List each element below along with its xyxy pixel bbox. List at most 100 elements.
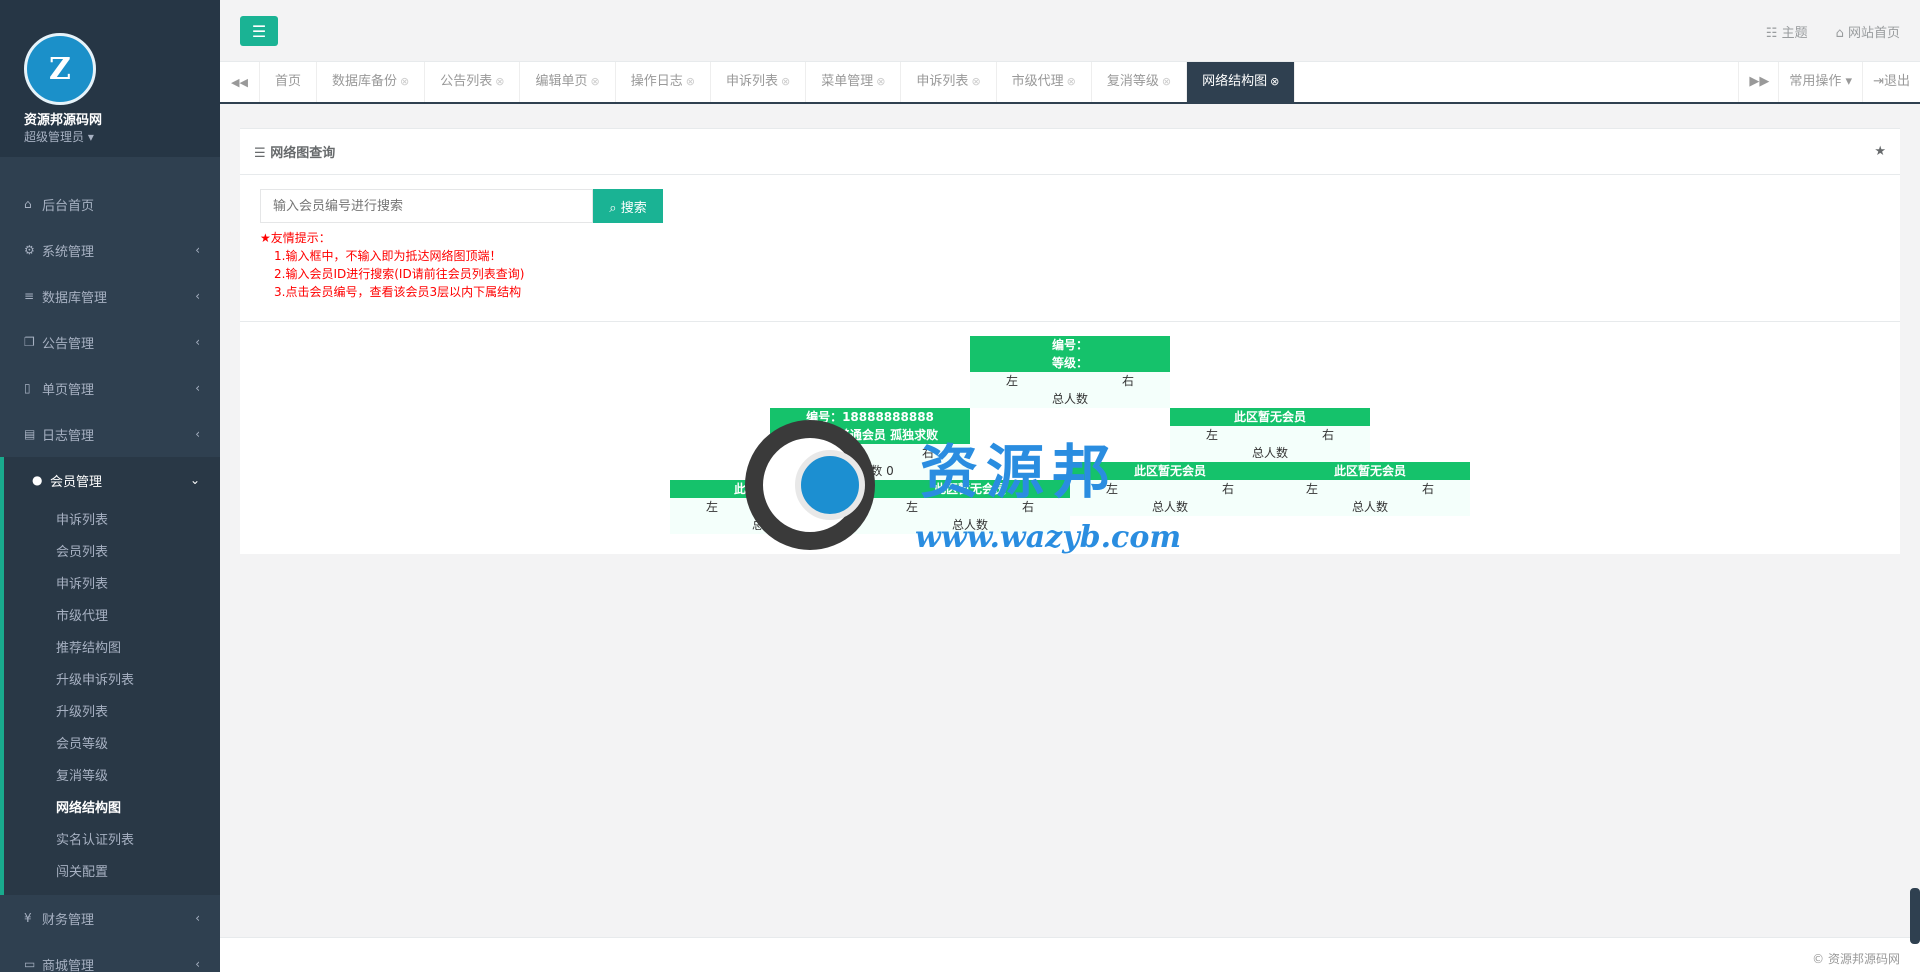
tab-active[interactable]: 网络结构图 ⊗: [1187, 62, 1296, 102]
submenu-item[interactable]: 升级申诉列表: [4, 665, 220, 697]
search-icon: ⌕: [609, 200, 617, 216]
chevron-left-icon: ‹: [195, 289, 200, 303]
sidebar-item-finance[interactable]: ¥ 财务管理 ‹: [0, 895, 220, 941]
sidebar-item-notice[interactable]: ❐ 公告管理 ‹: [0, 319, 220, 365]
file-icon: ▯: [24, 381, 31, 395]
right-label: 右: [821, 500, 834, 514]
tree-node-rl: 此区暂无会员 左 右 总人数: [1070, 462, 1270, 516]
submenu-member: 申诉列表 会员列表 申诉列表 市级代理 推荐结构图 升级申诉列表 升级列表 会员…: [0, 503, 220, 895]
sidebar-item-log[interactable]: ▤ 日志管理 ‹: [0, 411, 220, 457]
divider: [240, 321, 1900, 322]
tab-scroll-left-button[interactable]: ◀◀: [220, 62, 260, 102]
list-icon: ☰: [254, 146, 266, 161]
yen-icon: ¥: [24, 911, 32, 925]
sidebar-item-shop[interactable]: ▭ 商城管理 ‹: [0, 941, 220, 972]
tree-node-rr: 此区暂无会员 左 右 总人数: [1270, 462, 1470, 516]
close-icon[interactable]: ⊗: [781, 75, 790, 88]
tab-home[interactable]: 首页: [260, 62, 318, 102]
submenu-item[interactable]: 升级列表: [4, 697, 220, 729]
close-icon[interactable]: ⊗: [971, 75, 980, 88]
right-label: 右: [1421, 482, 1434, 496]
common-ops-dropdown[interactable]: 常用操作 ▾: [1778, 62, 1862, 102]
total-label: 总人数: [846, 464, 883, 478]
total-label: 总人数: [970, 390, 1170, 408]
role-dropdown[interactable]: 超级管理员 ▾: [24, 128, 94, 145]
sidebar-item-home[interactable]: ⌂ 后台首页: [0, 181, 220, 227]
sidebar-item-member[interactable]: ● 会员管理 ⌄: [0, 457, 220, 503]
tree-node-root[interactable]: 编号： 等级： 左 右 总人数: [970, 336, 1170, 408]
tab[interactable]: 复消等级 ⊗: [1092, 62, 1188, 102]
database-icon: ≡: [24, 289, 35, 303]
node-level: 等级：普通会员 孤独求败: [770, 426, 970, 444]
chevron-left-icon: ‹: [195, 243, 200, 257]
tree-node-lr: 此区暂无会员 左 右 总人数: [870, 480, 1070, 534]
logo: Z: [24, 33, 96, 105]
home-icon: ⌂: [24, 197, 32, 211]
submenu-item[interactable]: 闯关配置: [4, 857, 220, 889]
top-bar: ☰ ☷ 主题 ⌂ 网站首页: [220, 0, 1920, 62]
sign-out-icon: ⇥: [1873, 74, 1884, 89]
tab[interactable]: 编辑单页 ⊗: [520, 62, 616, 102]
chevron-left-icon: ‹: [195, 335, 200, 349]
star-icon[interactable]: ★: [1874, 144, 1886, 159]
site-home-link[interactable]: ⌂ 网站首页: [1836, 22, 1900, 41]
gear-icon: ⚙: [24, 243, 35, 257]
sidebar: Z 资源邦源码网 超级管理员 ▾ ⌂ 后台首页 ⚙ 系统管理 ‹ ≡ 数据库管理 ‹ ❐ 公…: [0, 0, 220, 972]
submenu-item[interactable]: 申诉列表: [4, 505, 220, 537]
node-empty: 此区暂无会员: [1070, 462, 1270, 480]
profile: Z 资源邦源码网 超级管理员 ▾: [0, 0, 220, 157]
sidebar-item-system[interactable]: ⚙ 系统管理 ‹: [0, 227, 220, 273]
submenu-item[interactable]: 市级代理: [4, 601, 220, 633]
tree-node-left[interactable]: 编号：18888888888 等级：普通会员 孤独求败 左 右 总人数 0: [770, 408, 970, 480]
tab[interactable]: 申诉列表 ⊗: [711, 62, 807, 102]
hamburger-icon: ☰: [251, 21, 267, 41]
search-button[interactable]: ⌕ 搜索: [593, 189, 663, 223]
tab[interactable]: 市级代理 ⊗: [997, 62, 1092, 102]
total-label: 总人数: [670, 516, 870, 534]
total-label: 总人数: [1270, 498, 1470, 516]
menu-toggle-button[interactable]: ☰: [240, 16, 278, 46]
submenu-item[interactable]: 申诉列表: [4, 569, 220, 601]
site-name: 资源邦源码网: [24, 113, 103, 128]
chevron-down-icon: ⌄: [189, 473, 200, 487]
close-icon[interactable]: ⊗: [400, 75, 409, 88]
node-id[interactable]: 编号：: [970, 336, 1170, 354]
close-icon[interactable]: ⊗: [591, 75, 600, 88]
close-icon[interactable]: ⊗: [686, 75, 695, 88]
submenu-item[interactable]: 实名认证列表: [4, 825, 220, 857]
tab[interactable]: 菜单管理 ⊗: [806, 62, 902, 102]
left-label: 左: [1306, 482, 1319, 496]
theme-link[interactable]: ☷ 主题: [1766, 22, 1808, 41]
chevron-left-icon: ‹: [195, 427, 200, 441]
tree-node-ll: 此区暂无会员 左 右 总人数: [670, 480, 870, 534]
close-icon[interactable]: ⊗: [1270, 75, 1279, 88]
node-empty: 此区暂无会员: [1170, 408, 1370, 426]
submenu-item-active[interactable]: 网络结构图: [4, 793, 220, 825]
tasks-icon: ☷: [1765, 26, 1778, 41]
tab-scroll-right-button[interactable]: ▶▶: [1738, 62, 1778, 102]
tab[interactable]: 操作日志 ⊗: [616, 62, 711, 102]
right-label: 右: [1221, 482, 1234, 496]
sidebar-item-database[interactable]: ≡ 数据库管理 ‹: [0, 273, 220, 319]
search-input[interactable]: [260, 189, 593, 223]
node-empty: 此区暂无会员: [870, 480, 1070, 498]
node-id[interactable]: 编号：18888888888: [770, 408, 970, 426]
tab[interactable]: 公告列表 ⊗: [425, 62, 521, 102]
close-icon[interactable]: ⊗: [495, 75, 504, 88]
tab[interactable]: 申诉列表 ⊗: [901, 62, 997, 102]
submenu-item[interactable]: 推荐结构图: [4, 633, 220, 665]
close-icon[interactable]: ⊗: [876, 75, 885, 88]
submenu-item[interactable]: 复消等级: [4, 761, 220, 793]
close-icon[interactable]: ⊗: [1067, 75, 1076, 88]
submenu-item[interactable]: 会员等级: [4, 729, 220, 761]
left-label: 左: [806, 446, 819, 460]
backward-icon: ◀◀: [231, 75, 248, 89]
submenu-item[interactable]: 会员列表: [4, 537, 220, 569]
sidebar-item-page[interactable]: ▯ 单页管理 ‹: [0, 365, 220, 411]
tab[interactable]: 数据库备份 ⊗: [317, 62, 426, 102]
logout-button[interactable]: ⇥退出: [1862, 62, 1920, 102]
close-icon[interactable]: ⊗: [1162, 75, 1171, 88]
total-label: 总人数: [1070, 498, 1270, 516]
tip-line: 1.输入框中，不输入即为抵达网络图顶端！: [274, 249, 502, 263]
scrollbar-handle[interactable]: [1910, 888, 1920, 944]
